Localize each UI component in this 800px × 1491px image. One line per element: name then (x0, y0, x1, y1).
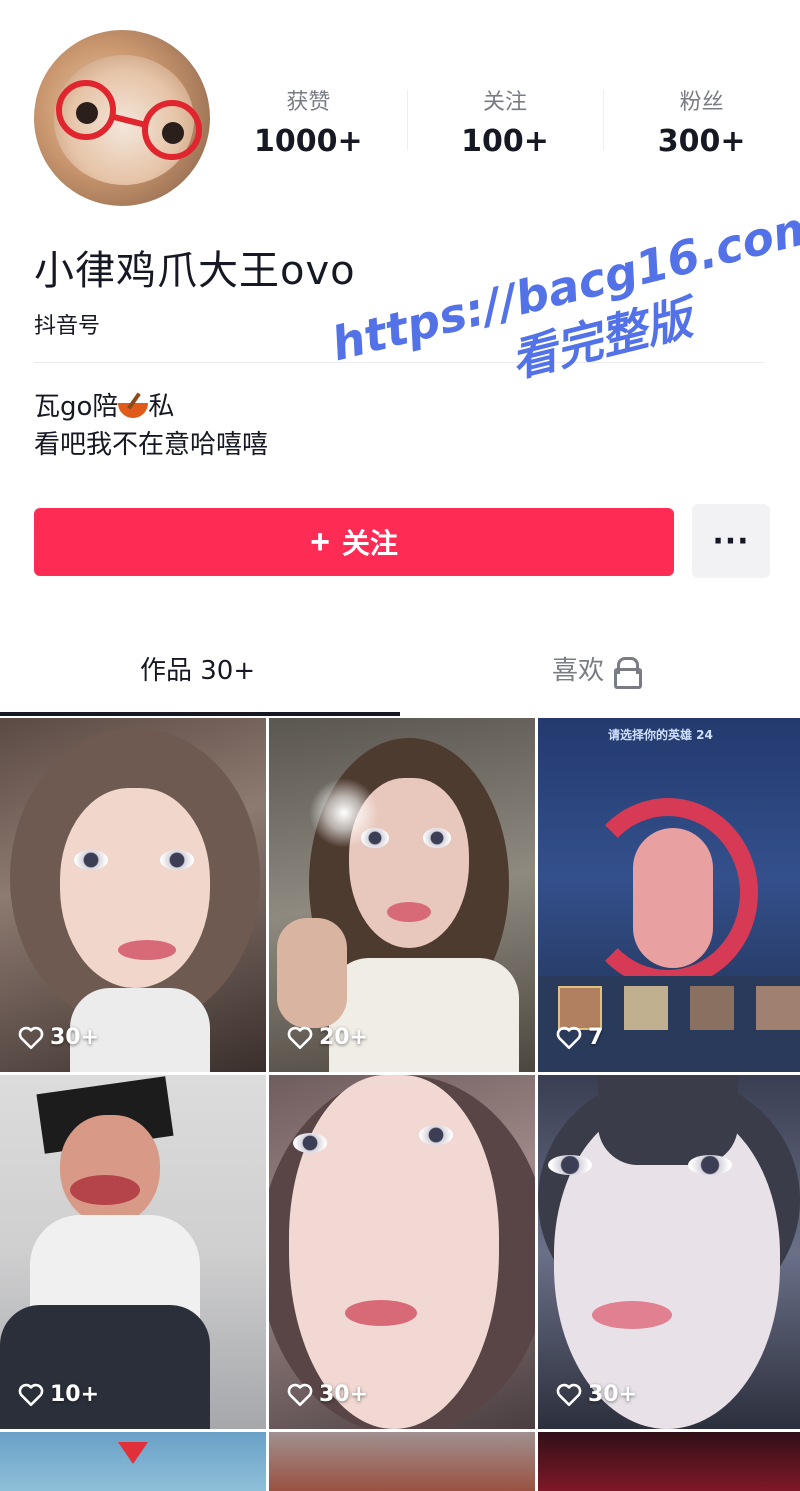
post-thumbnail[interactable]: 请选择你的英雄 24 7 (538, 718, 800, 1072)
stat-following[interactable]: 关注 100+ (406, 88, 604, 168)
like-count: 20+ (319, 1025, 369, 1050)
lock-icon (614, 657, 643, 689)
post-thumbnail[interactable] (269, 1432, 535, 1491)
posts-grid: 30+ 20+ 请选择你的英雄 24 7 10+ 30+ 30+ (0, 718, 800, 1491)
like-count: 7 (588, 1025, 604, 1050)
post-thumbnail[interactable]: 20+ (269, 718, 535, 1072)
profile-bio: 瓦go陪私 看吧我不在意哈嘻嘻 (34, 388, 268, 464)
heart-icon (287, 1026, 313, 1049)
post-thumbnail[interactable] (538, 1432, 800, 1491)
stat-value: 100+ (461, 124, 549, 159)
profile-nickname: 小律鸡爪大王ovo (34, 248, 356, 294)
like-count: 10+ (50, 1382, 100, 1407)
bio-line-1: 瓦go陪私 (34, 392, 175, 422)
avatar[interactable] (34, 30, 210, 206)
stat-value: 1000+ (254, 124, 363, 159)
heart-icon (556, 1383, 582, 1406)
glasses-icon (56, 80, 116, 140)
stat-label: 获赞 (286, 90, 331, 115)
heart-icon (18, 1026, 44, 1049)
heart-icon (287, 1383, 313, 1406)
profile-header: 获赞 1000+ 关注 100+ 粉丝 300+ (0, 0, 800, 210)
stat-likes-received[interactable]: 获赞 1000+ (210, 88, 407, 168)
like-count: 30+ (319, 1382, 369, 1407)
heart-icon (556, 1026, 582, 1049)
follow-button-label: 关注 (341, 528, 398, 559)
tab-works[interactable]: 作品 30+ (140, 650, 255, 687)
stat-value: 300+ (657, 124, 746, 159)
post-thumbnail[interactable]: 30+ (538, 1075, 800, 1429)
post-thumbnail[interactable]: 10+ (0, 1075, 266, 1429)
tab-likes[interactable]: 喜欢 (552, 650, 643, 689)
active-tab-indicator (0, 712, 400, 716)
stat-followers[interactable]: 粉丝 300+ (603, 88, 800, 168)
stat-label: 粉丝 (679, 90, 724, 115)
plus-icon: + (310, 522, 330, 561)
like-count: 30+ (588, 1382, 638, 1407)
profile-stats: 获赞 1000+ 关注 100+ 粉丝 300+ (210, 88, 800, 168)
profile-tabs: 作品 30+ 喜欢 (0, 622, 800, 716)
post-thumbnail[interactable]: 30+ (0, 718, 266, 1072)
like-count: 30+ (50, 1025, 100, 1050)
more-options-button[interactable]: ··· (692, 504, 770, 578)
post-thumbnail[interactable] (0, 1432, 266, 1491)
stat-label: 关注 (483, 90, 528, 115)
post-thumbnail[interactable]: 30+ (269, 1075, 535, 1429)
divider (34, 362, 764, 363)
game-banner: 请选择你的英雄 24 (608, 728, 713, 742)
heart-icon (18, 1383, 44, 1406)
bowl-emoji-icon (118, 394, 149, 418)
douyin-id[interactable]: 抖音号 (34, 308, 100, 340)
follow-button[interactable]: + 关注 (34, 508, 674, 576)
bio-line-2: 看吧我不在意哈嘻嘻 (34, 430, 269, 460)
